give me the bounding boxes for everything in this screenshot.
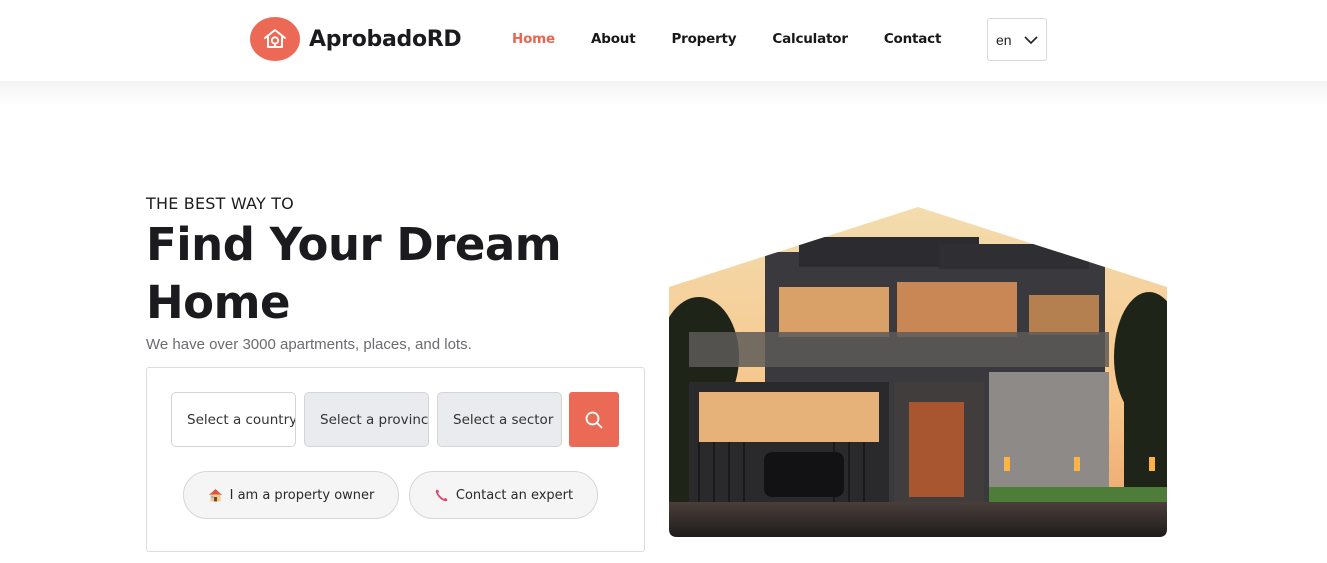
country-select[interactable]: Select a country [171,392,296,447]
main-nav: Home About Property Calculator Contact [512,31,977,47]
contact-expert-button[interactable]: Contact an expert [409,471,598,519]
search-button[interactable] [569,392,619,447]
search-card: Select a country Select a province Selec… [146,367,645,552]
province-select[interactable]: Select a province [304,392,429,447]
header-shadow [0,81,1327,105]
hero-eyebrow: THE BEST WAY TO [146,194,294,213]
hero-title: Find Your Dream Home [146,218,562,329]
nav-calculator[interactable]: Calculator [772,31,848,47]
property-owner-label: I am a property owner [229,487,375,503]
brand-logo[interactable]: AprobadoRD [250,17,462,61]
house-logo-icon [250,17,300,61]
contact-expert-label: Contact an expert [455,487,574,503]
property-owner-button[interactable]: I am a property owner [183,471,399,519]
language-select[interactable]: en [987,18,1047,61]
nav-about[interactable]: About [591,31,636,47]
search-icon [585,411,603,428]
house-emoji-icon [208,488,223,502]
site-header: AprobadoRD Home About Property Calculato… [0,0,1327,81]
hero-subtitle: We have over 3000 apartments, places, an… [146,336,472,353]
sector-select[interactable]: Select a sector [437,392,562,447]
brand-name: AprobadoRD [309,26,462,52]
hero-house-image [669,207,1167,537]
nav-property[interactable]: Property [671,31,736,47]
nav-contact[interactable]: Contact [884,31,942,47]
phone-icon [434,488,449,503]
nav-home[interactable]: Home [512,31,555,47]
language-value: en [996,31,1012,48]
chevron-down-icon [1023,32,1039,52]
